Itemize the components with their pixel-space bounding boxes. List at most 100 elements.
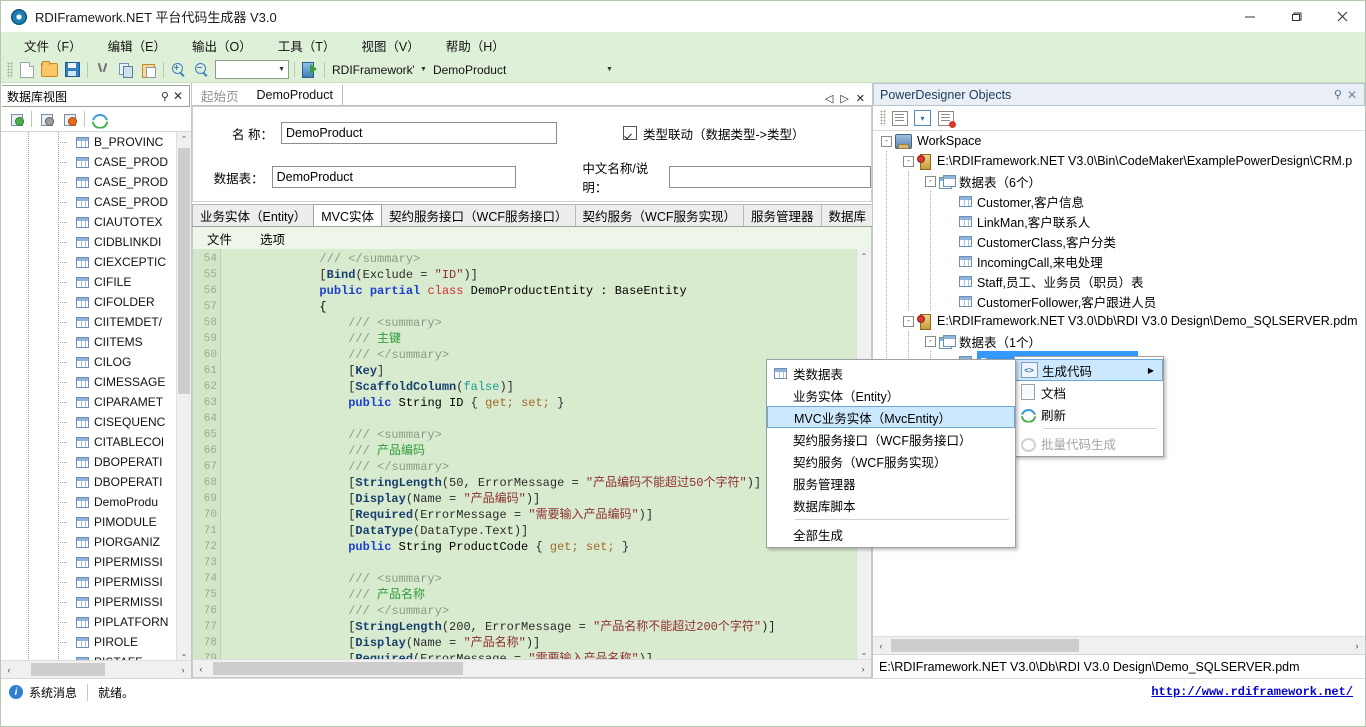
database-table-item[interactable]: CIMESSAGE bbox=[1, 372, 191, 392]
left-tree-vscrollbar[interactable]: ⌃ ⌄ bbox=[176, 132, 191, 660]
pin-icon[interactable]: ⚲ bbox=[1334, 88, 1342, 101]
database-table-item[interactable]: PIPERMISSI bbox=[1, 572, 191, 592]
expand-button[interactable]: ▾ bbox=[911, 108, 934, 129]
database-table-item[interactable]: PIORGANIZ bbox=[1, 532, 191, 552]
tab-database[interactable]: 数据库 bbox=[820, 204, 875, 226]
pd-tree-item[interactable]: - E:\RDIFramework.NET V3.0\Db\RDI V3.0 De… bbox=[873, 311, 1365, 331]
code-hscroll-track[interactable] bbox=[209, 662, 855, 675]
database-table-item[interactable]: CIAUTOTEX bbox=[1, 212, 191, 232]
chevron-down-icon[interactable]: ▼ bbox=[278, 66, 285, 73]
tree-expander[interactable]: - bbox=[925, 335, 936, 347]
pd-hscroll-track[interactable] bbox=[889, 639, 1349, 652]
menu-view[interactable]: 视图（V） bbox=[348, 33, 432, 58]
menu-tools[interactable]: 工具（T） bbox=[265, 33, 349, 58]
copy-button[interactable] bbox=[114, 59, 137, 80]
menu-item-codetype-5[interactable]: 服务管理器 bbox=[767, 472, 1015, 494]
type-link-checkbox-row[interactable]: 类型联动（数据类型->类型） bbox=[623, 124, 804, 143]
database-table-item[interactable]: CIDBLINKDI bbox=[1, 232, 191, 252]
tab-service-manager[interactable]: 服务管理器 bbox=[742, 204, 822, 226]
pd-tree-item[interactable]: - 数据表（6个） bbox=[873, 171, 1365, 191]
close-icon[interactable]: ✕ bbox=[1347, 88, 1357, 102]
run-button[interactable] bbox=[298, 59, 321, 80]
type-link-checkbox[interactable] bbox=[623, 126, 637, 140]
pd-hscroll-thumb[interactable] bbox=[891, 639, 1079, 652]
menu-item-generate-2[interactable]: 刷新 bbox=[1015, 403, 1163, 425]
code-scroll-up-icon[interactable]: ⌃ bbox=[857, 249, 871, 263]
website-link[interactable]: http://www.rdiframework.net/ bbox=[1151, 685, 1353, 699]
tab-wcf-service[interactable]: 契约服务（WCF服务实现） bbox=[574, 204, 744, 226]
database-table-item[interactable]: CIITEMS bbox=[1, 332, 191, 352]
code-menu-file[interactable]: 文件 bbox=[207, 229, 232, 248]
database-table-item[interactable]: CIITEMDET/ bbox=[1, 312, 191, 332]
database-table-item[interactable]: CASE_PROD bbox=[1, 172, 191, 192]
pd-tree-item[interactable]: - WorkSpace bbox=[873, 131, 1365, 151]
menu-item-codetype-0[interactable]: 类数据表 bbox=[767, 362, 1015, 384]
database-table-item[interactable]: DBOPERATI bbox=[1, 452, 191, 472]
maximize-button[interactable] bbox=[1273, 1, 1319, 32]
code-scroll-right-icon[interactable]: › bbox=[855, 664, 871, 674]
tree-expander[interactable]: - bbox=[903, 315, 914, 327]
code-hscroll-thumb[interactable] bbox=[213, 662, 463, 675]
database-table-item[interactable]: PIMODULE bbox=[1, 512, 191, 532]
menu-item-codetype-2[interactable]: MVC业务实体（MvcEntity） bbox=[767, 406, 1015, 428]
database-table-item[interactable]: CIEXCEPTIC bbox=[1, 252, 191, 272]
close-icon[interactable]: ✕ bbox=[173, 89, 183, 103]
pin-icon[interactable]: ⚲ bbox=[161, 90, 169, 103]
pd-tree-item[interactable]: Customer,客户信息 bbox=[873, 191, 1365, 211]
scroll-down-icon[interactable]: ⌄ bbox=[177, 646, 191, 660]
database-table-item[interactable]: DBOPERATI bbox=[1, 472, 191, 492]
name-input[interactable]: DemoProduct bbox=[281, 122, 557, 144]
tree-expander[interactable]: - bbox=[925, 175, 936, 187]
menu-edit[interactable]: 编辑（E） bbox=[95, 33, 179, 58]
tab-wcf-interface[interactable]: 契约服务接口（WCF服务接口） bbox=[381, 204, 576, 226]
database-table-item[interactable]: CIFOLDER bbox=[1, 292, 191, 312]
save-button[interactable] bbox=[61, 59, 84, 80]
table-combo[interactable]: DemoProduct ▼ bbox=[429, 61, 615, 79]
menu-item-generate-1[interactable]: 文档 bbox=[1015, 381, 1163, 403]
tab-close-icon[interactable]: ✕ bbox=[856, 92, 865, 105]
database-table-item[interactable]: PIROLE bbox=[1, 632, 191, 652]
context-menu-generate[interactable]: <> 生成代码 ▶ 文档 刷新 批量代码生成 bbox=[1014, 356, 1164, 457]
new-button[interactable] bbox=[15, 59, 38, 80]
database-table-list[interactable]: B_PROVINC CASE_PROD CASE_PROD CASE_PROD CIAU… bbox=[1, 132, 191, 660]
remove-pdm-button[interactable] bbox=[934, 108, 957, 129]
tab-entity[interactable]: 业务实体（Entity） bbox=[192, 204, 315, 226]
left-tree-scroll-thumb[interactable] bbox=[178, 148, 190, 394]
pd-tree-item[interactable]: LinkMan,客户联系人 bbox=[873, 211, 1365, 231]
database-table-item[interactable]: CILOG bbox=[1, 352, 191, 372]
tab-mvc-entity[interactable]: MVC实体 bbox=[313, 204, 383, 226]
project-combo[interactable]: RDIFrameworkV3 ▼ bbox=[328, 61, 429, 79]
pd-tree-item[interactable]: Staff,员工、业务员（职员）表 bbox=[873, 271, 1365, 291]
code-scroll-down-icon[interactable]: ⌄ bbox=[857, 645, 871, 659]
close-button[interactable] bbox=[1319, 1, 1365, 32]
database-table-item[interactable]: PIPERMISSI bbox=[1, 552, 191, 572]
database-table-item[interactable]: PIPLATFORN bbox=[1, 612, 191, 632]
database-table-item[interactable]: CASE_PROD bbox=[1, 152, 191, 172]
edit-connection-button[interactable] bbox=[35, 109, 58, 130]
menu-item-generate-0[interactable]: <> 生成代码 ▶ bbox=[1015, 359, 1163, 381]
pd-tree-item[interactable]: - 数据表（1个） bbox=[873, 331, 1365, 351]
search-combo[interactable]: ▼ bbox=[215, 60, 289, 79]
database-table-item[interactable]: CIPARAMET bbox=[1, 392, 191, 412]
zoom-in-button[interactable] bbox=[167, 59, 190, 80]
add-connection-button[interactable] bbox=[5, 109, 28, 130]
pd-scroll-left-icon[interactable]: ‹ bbox=[873, 641, 889, 651]
menu-item-codetype-8[interactable]: 全部生成 bbox=[767, 523, 1015, 545]
scroll-right-icon[interactable]: › bbox=[175, 665, 191, 675]
database-table-item[interactable]: PISTAFF bbox=[1, 652, 191, 660]
code-menu-options[interactable]: 选项 bbox=[260, 229, 285, 248]
tab-next-icon[interactable]: ▷ bbox=[840, 92, 848, 105]
menu-item-codetype-6[interactable]: 数据库脚本 bbox=[767, 494, 1015, 516]
context-submenu-code-types[interactable]: 类数据表 业务实体（Entity） MVC业务实体（MvcEntity） 契约服务接口… bbox=[766, 359, 1016, 548]
chevron-down-icon[interactable]: ▼ bbox=[606, 66, 613, 73]
database-table-tree[interactable]: B_PROVINC CASE_PROD CASE_PROD CASE_PROD CIAU… bbox=[1, 132, 191, 660]
tab-demoproduct[interactable]: DemoProduct bbox=[248, 85, 343, 105]
database-table-item[interactable]: PIPERMISSI bbox=[1, 592, 191, 612]
chevron-down-icon[interactable]: ▼ bbox=[420, 66, 427, 73]
tree-expander[interactable]: - bbox=[881, 135, 892, 147]
paste-button[interactable] bbox=[137, 59, 160, 80]
database-table-item[interactable]: DemoProdu bbox=[1, 492, 191, 512]
menu-item-codetype-3[interactable]: 契约服务接口（WCF服务接口） bbox=[767, 428, 1015, 450]
tab-prev-icon[interactable]: ◁ bbox=[825, 92, 833, 105]
refresh-button[interactable] bbox=[88, 109, 111, 130]
